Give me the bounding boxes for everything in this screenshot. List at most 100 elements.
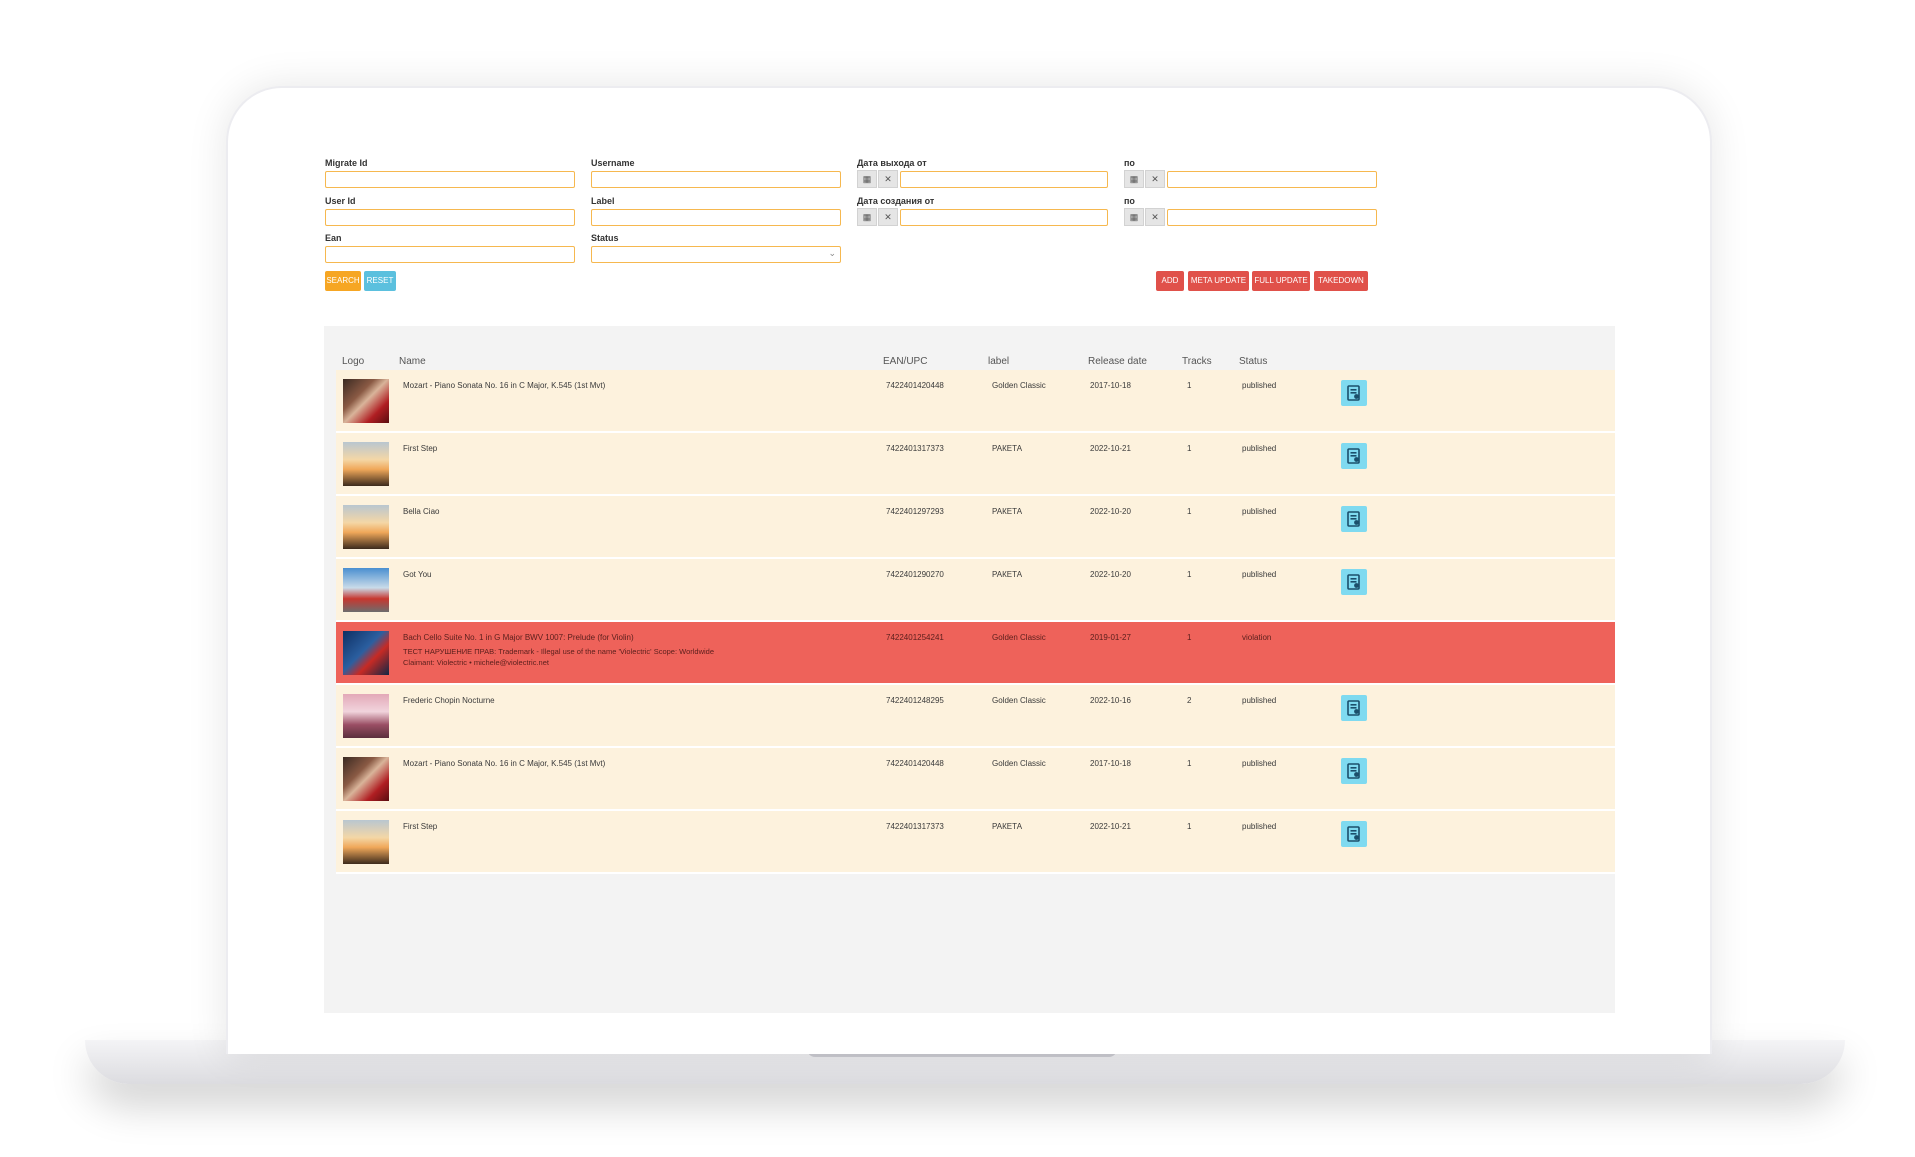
release-ean: 7422401248295 (886, 696, 944, 705)
release-label: РАКЕТА (992, 444, 1023, 453)
release-date: 2017-10-18 (1090, 381, 1131, 390)
column-header-status: Status (1239, 356, 1268, 367)
release-label: Golden Classic (992, 381, 1046, 390)
release-tracks: 1 (1187, 444, 1192, 453)
edit-release-button[interactable] (1341, 443, 1367, 469)
release-label: Golden Classic (992, 759, 1046, 768)
label-filter-label: Label (591, 196, 615, 206)
release-label: Golden Classic (992, 696, 1046, 705)
calendar-icon[interactable]: ▦ (857, 170, 877, 188)
edit-release-button[interactable] (1341, 758, 1367, 784)
release-cover-image (343, 694, 389, 738)
release-ean: 7422401317373 (886, 444, 944, 453)
release-ean: 7422401420448 (886, 381, 944, 390)
table-row[interactable]: First Step 7422401317373 РАКЕТА 2022-10-21 1… (336, 433, 1615, 496)
release-name: First Step (403, 822, 438, 831)
status-label: Status (591, 233, 619, 243)
chevron-down-icon: ⌄ (828, 248, 836, 258)
clear-icon[interactable]: ✕ (878, 170, 898, 188)
release-tracks: 1 (1187, 759, 1192, 768)
release-cover-image (343, 757, 389, 801)
release-tracks: 1 (1187, 381, 1192, 390)
clear-icon[interactable]: ✕ (1145, 170, 1165, 188)
clear-icon[interactable]: ✕ (1145, 208, 1165, 226)
edit-release-button[interactable] (1341, 821, 1367, 847)
release-date: 2019-01-27 (1090, 633, 1131, 642)
table-row[interactable]: Got You 7422401290270 РАКЕТА 2022-10-20 1 pub… (336, 559, 1615, 622)
meta-update-button[interactable]: META UPDATE (1188, 271, 1249, 291)
table-row[interactable]: Mozart - Piano Sonata No. 16 in C Major,… (336, 748, 1615, 811)
table-row[interactable]: Bach Cello Suite No. 1 in G Major BWV 10… (336, 622, 1615, 685)
release-name: Got You (403, 570, 432, 579)
created-date-from-input[interactable] (900, 209, 1108, 226)
column-header-release-date: Release date (1088, 356, 1147, 367)
release-name: Frederic Chopin Nocturne (403, 696, 495, 705)
release-ean: 7422401317373 (886, 822, 944, 831)
release-tracks: 2 (1187, 696, 1192, 705)
release-date: 2022-10-20 (1090, 507, 1131, 516)
release-date: 2022-10-21 (1090, 444, 1131, 453)
migrate-id-label: Migrate Id (325, 158, 368, 168)
release-cover-image (343, 631, 389, 675)
release-date-from-input[interactable] (900, 171, 1108, 188)
edit-release-button[interactable] (1341, 506, 1367, 532)
release-date-from-label: Дата выхода от (857, 158, 927, 168)
username-label: Username (591, 158, 635, 168)
release-name: Mozart - Piano Sonata No. 16 in C Major,… (403, 759, 606, 768)
release-status: published (1242, 381, 1277, 390)
release-cover-image (343, 379, 389, 423)
calendar-icon[interactable]: ▦ (1124, 208, 1144, 226)
release-ean: 7422401420448 (886, 759, 944, 768)
release-status: published (1242, 822, 1277, 831)
release-status: published (1242, 444, 1277, 453)
label-filter-input[interactable] (591, 209, 841, 226)
app-screen: Migrate Id Username Дата выхода от ▦ ✕ п… (304, 150, 1615, 1013)
release-label: РАКЕТА (992, 822, 1023, 831)
violation-claimant: Claimant: Violectric • michele@violectri… (403, 658, 549, 667)
release-ean: 7422401297293 (886, 507, 944, 516)
release-label: Golden Classic (992, 633, 1046, 642)
calendar-icon[interactable]: ▦ (1124, 170, 1144, 188)
clear-icon[interactable]: ✕ (878, 208, 898, 226)
user-id-input[interactable] (325, 209, 575, 226)
migrate-id-input[interactable] (325, 171, 575, 188)
release-name: Bella Ciao (403, 507, 440, 516)
release-cover-image (343, 820, 389, 864)
full-update-button[interactable]: FULL UPDATE (1252, 271, 1310, 291)
column-header-label: label (988, 356, 1010, 367)
edit-release-button[interactable] (1341, 695, 1367, 721)
column-header-tracks: Tracks (1182, 356, 1212, 367)
release-date: 2022-10-20 (1090, 570, 1131, 579)
search-button[interactable]: Search (325, 271, 361, 291)
created-date-to-input[interactable] (1167, 209, 1377, 226)
release-status: published (1242, 507, 1277, 516)
username-input[interactable] (591, 171, 841, 188)
table-row[interactable]: Bella Ciao 7422401297293 РАКЕТА 2022-10-20 1… (336, 496, 1615, 559)
table-row[interactable]: Mozart - Piano Sonata No. 16 in C Major,… (336, 370, 1615, 433)
reset-button[interactable]: Reset (364, 271, 396, 291)
release-tracks: 1 (1187, 822, 1192, 831)
takedown-button[interactable]: TAKEDOWN (1314, 271, 1368, 291)
status-select[interactable]: ⌄ (591, 246, 841, 263)
release-status: violation (1242, 633, 1272, 642)
release-status: published (1242, 759, 1277, 768)
column-header-logo: Logo (342, 356, 365, 367)
ean-input[interactable] (325, 246, 575, 263)
created-date-from-label: Дата создания от (857, 196, 935, 206)
release-label: РАКЕТА (992, 507, 1023, 516)
edit-release-button[interactable] (1341, 380, 1367, 406)
release-tracks: 1 (1187, 633, 1192, 642)
release-date-to-label: по (1124, 158, 1135, 168)
release-ean: 7422401290270 (886, 570, 944, 579)
add-button[interactable]: ADD (1156, 271, 1184, 291)
release-label: РАКЕТА (992, 570, 1023, 579)
release-name: Bach Cello Suite No. 1 in G Major BWV 10… (403, 633, 634, 642)
table-row[interactable]: Frederic Chopin Nocturne 7422401248295 Gol… (336, 685, 1615, 748)
edit-release-button[interactable] (1341, 569, 1367, 595)
table-row[interactable]: First Step 7422401317373 РАКЕТА 2022-10-21 1… (336, 811, 1615, 874)
column-header-name: Name (399, 356, 426, 367)
release-date-to-input[interactable] (1167, 171, 1377, 188)
created-date-to-label: по (1124, 196, 1135, 206)
release-date: 2017-10-18 (1090, 759, 1131, 768)
calendar-icon[interactable]: ▦ (857, 208, 877, 226)
